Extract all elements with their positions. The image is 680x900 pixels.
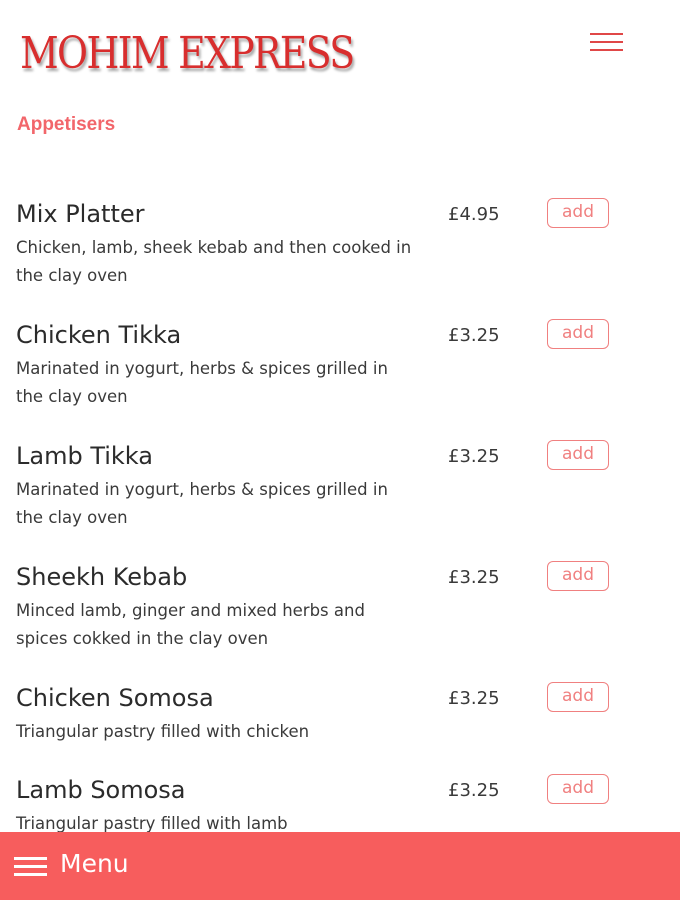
logo[interactable]: MOHIM EXPRESS [20, 28, 355, 79]
footer-menu-bar[interactable]: Menu [0, 832, 680, 900]
footer-menu-label[interactable]: Menu [60, 849, 129, 878]
item-name: Lamb Tikka [16, 442, 153, 470]
item-name: Lamb Somosa [16, 776, 186, 804]
item-name: Chicken Somosa [16, 684, 214, 712]
add-button[interactable]: add [547, 561, 609, 591]
item-price: £3.25 [448, 446, 500, 467]
hamburger-icon[interactable] [590, 31, 623, 53]
hamburger-line [590, 49, 623, 51]
item-name: Chicken Tikka [16, 321, 182, 349]
item-price: £3.25 [448, 688, 500, 709]
header: MOHIM EXPRESS [0, 0, 680, 100]
item-price: £3.25 [448, 325, 500, 346]
add-button[interactable]: add [547, 682, 609, 712]
item-description: Marinated in yogurt, herbs & spices gril… [16, 359, 388, 406]
item-price: £3.25 [448, 780, 500, 801]
item-price: £3.25 [448, 567, 500, 588]
add-button[interactable]: add [547, 319, 609, 349]
add-button[interactable]: add [547, 440, 609, 470]
hamburger-line [590, 33, 623, 35]
item-description: Chicken, lamb, sheek kebab and then cook… [16, 238, 412, 285]
hamburger-line [590, 41, 623, 43]
item-description: Minced lamb, ginger and mixed herbs and … [16, 601, 365, 648]
item-name: Sheekh Kebab [16, 563, 188, 591]
hamburger-line [14, 873, 47, 876]
hamburger-line [14, 857, 47, 860]
hamburger-icon[interactable] [14, 857, 47, 879]
hamburger-line [14, 865, 47, 868]
item-description: Marinated in yogurt, herbs & spices gril… [16, 480, 388, 527]
item-name: Mix Platter [16, 200, 145, 228]
add-button[interactable]: add [547, 198, 609, 228]
item-price: £4.95 [448, 204, 500, 225]
item-description: Triangular pastry filled with chicken [16, 722, 310, 741]
section-title: Appetisers [17, 114, 116, 135]
add-button[interactable]: add [547, 774, 609, 804]
